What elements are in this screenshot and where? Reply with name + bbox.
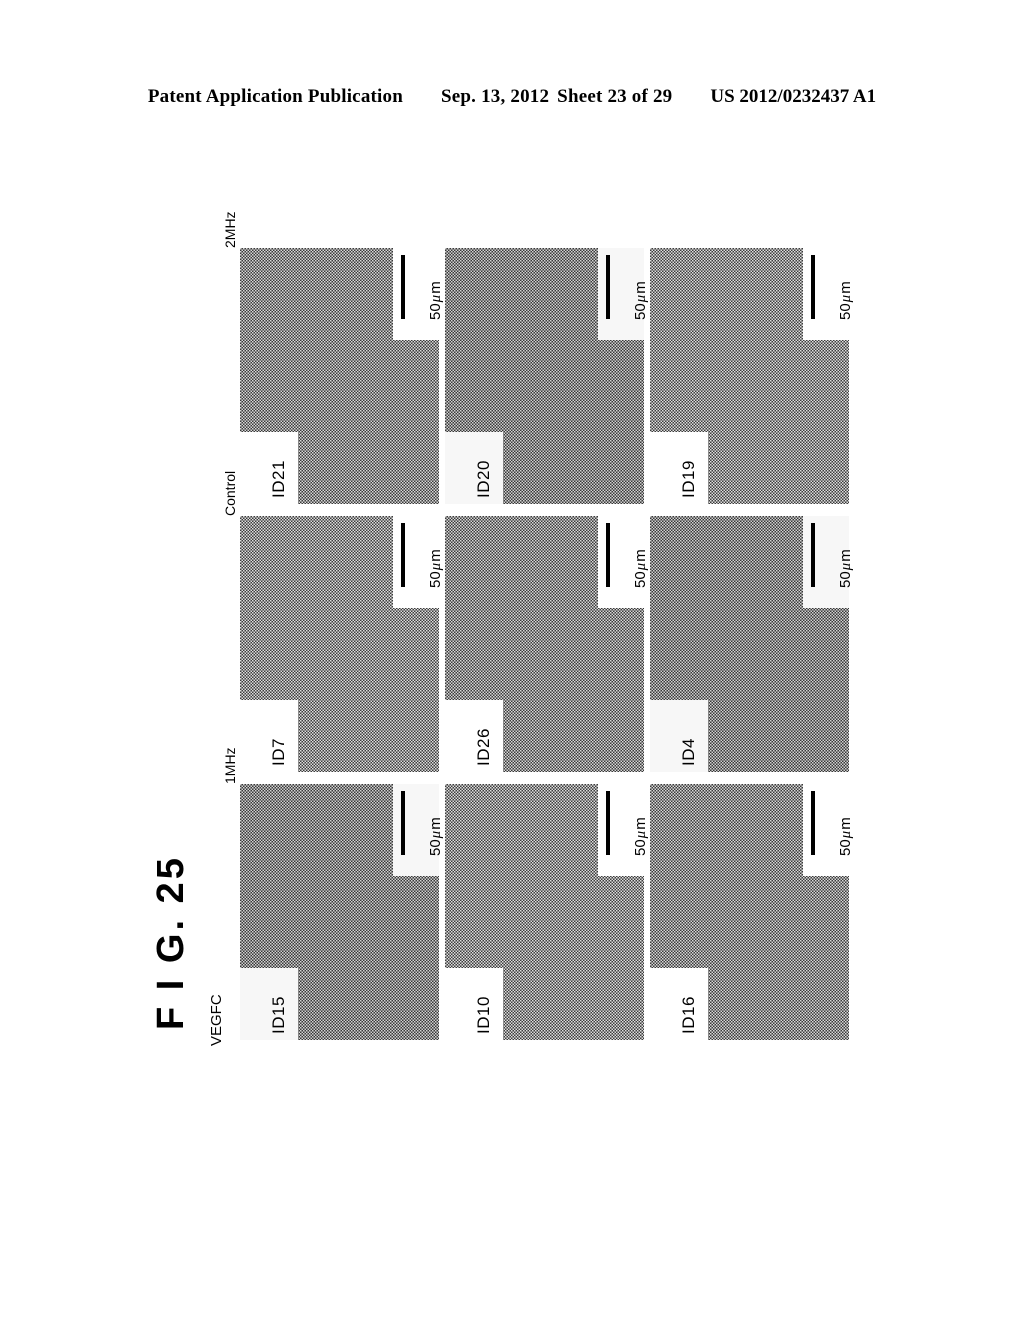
panel-id-badge: ID26 — [445, 700, 503, 772]
column-label-control: Control — [222, 470, 238, 516]
panel-id-label: ID19 — [679, 460, 698, 498]
panel-id-label: ID7 — [269, 738, 288, 766]
figure-group-label: VEGFC — [208, 994, 225, 1046]
panel-id-label: ID4 — [679, 738, 698, 766]
scale-bar-meter-symbol: m — [632, 549, 649, 562]
scale-bar-mu-symbol: μ — [838, 294, 854, 303]
micrograph-panel: 50μm ID21 — [240, 248, 444, 504]
scale-bar-meter-symbol: m — [632, 281, 649, 294]
scale-bar-value: 50 — [632, 303, 649, 320]
micrograph-panel: 50μm ID10 — [445, 784, 649, 1040]
micrograph-panel: 50μm ID7 — [240, 516, 444, 772]
scale-bar-value: 50 — [427, 571, 444, 588]
scale-bar-meter-symbol: m — [837, 281, 854, 294]
scale-bar-value: 50 — [837, 839, 854, 856]
panel-id-badge: ID19 — [650, 432, 708, 504]
scale-bar-mu-symbol: μ — [428, 294, 444, 303]
scale-bar-label: 50μm — [427, 549, 445, 588]
scale-bar-value: 50 — [427, 839, 444, 856]
scale-bar-label: 50μm — [427, 817, 445, 856]
scale-bar-label: 50μm — [837, 281, 855, 320]
scale-bar-badge: 50μm — [803, 516, 854, 608]
header-date-text: Sep. 13, 2012 — [441, 86, 550, 107]
scale-bar-value: 50 — [837, 571, 854, 588]
micrograph-column-0: 2MHz 50μm ID21 50μm ID20 50μm ID19 — [222, 211, 865, 504]
scale-bar-label: 50μm — [632, 281, 650, 320]
micrograph-panel: 50μm ID4 — [650, 516, 854, 772]
micrograph-panel: 50μm ID20 — [445, 248, 649, 504]
scale-bar-meter-symbol: m — [632, 817, 649, 830]
scale-bar-label: 50μm — [632, 817, 650, 856]
scale-bar-badge: 50μm — [803, 784, 854, 876]
panel-id-label: ID16 — [679, 996, 698, 1034]
header-sheet-text: Sheet 23 of 29 — [557, 86, 673, 107]
micrograph-panel: 50μm ID15 — [240, 784, 444, 1040]
scale-bar-rule — [606, 523, 610, 587]
scale-bar-label: 50μm — [837, 817, 855, 856]
scale-bar-rule — [401, 255, 405, 319]
scale-bar-mu-symbol: μ — [838, 830, 854, 839]
micrograph-column-2: 1MHz 50μm ID15 50μm ID10 50μm ID16 — [222, 747, 865, 1040]
panel-id-label: ID26 — [474, 728, 493, 766]
panel-id-label: ID21 — [269, 460, 288, 498]
micrograph-panel: 50μm ID19 — [650, 248, 854, 504]
panel-id-badge: ID7 — [240, 700, 298, 772]
scale-bar-badge: 50μm — [598, 248, 649, 340]
panel-id-label: ID15 — [269, 996, 288, 1034]
scale-bar-badge: 50μm — [393, 784, 444, 876]
scale-bar-mu-symbol: μ — [633, 562, 649, 571]
micrograph-column-1: Control 50μm ID7 50μm ID26 50μm ID4 — [222, 471, 865, 772]
scale-bar-value: 50 — [427, 303, 444, 320]
scale-bar-value: 50 — [632, 571, 649, 588]
scale-bar-rule — [606, 791, 610, 855]
scale-bar-mu-symbol: μ — [633, 830, 649, 839]
panel-id-badge: ID20 — [445, 432, 503, 504]
scale-bar-meter-symbol: m — [837, 549, 854, 562]
scale-bar-rule — [606, 255, 610, 319]
panel-id-label: ID10 — [474, 996, 493, 1034]
scale-bar-meter-symbol: m — [427, 549, 444, 562]
header-document-number: US 2012/0232437 A1 — [710, 86, 877, 107]
scale-bar-label: 50μm — [632, 549, 650, 588]
panel-id-badge: ID16 — [650, 968, 708, 1040]
scale-bar-rule — [401, 791, 405, 855]
scale-bar-value: 50 — [632, 839, 649, 856]
scale-bar-rule — [811, 523, 815, 587]
column-label-2mhz: 2MHz — [222, 211, 238, 248]
scale-bar-meter-symbol: m — [427, 817, 444, 830]
panel-id-badge: ID21 — [240, 432, 298, 504]
panel-id-badge: ID15 — [240, 968, 298, 1040]
scale-bar-meter-symbol: m — [427, 281, 444, 294]
scale-bar-badge: 50μm — [393, 248, 444, 340]
micrograph-panel: 50μm ID16 — [650, 784, 854, 1040]
scale-bar-label: 50μm — [427, 281, 445, 320]
panel-id-label: ID20 — [474, 460, 493, 498]
scale-bar-value: 50 — [837, 303, 854, 320]
scale-bar-label: 50μm — [837, 549, 855, 588]
figure-caption: F I G. 25 — [150, 855, 192, 1030]
scale-bar-rule — [811, 791, 815, 855]
scale-bar-badge: 50μm — [393, 516, 444, 608]
scale-bar-badge: 50μm — [803, 248, 854, 340]
header-publication-text: Patent Application Publication — [147, 86, 403, 107]
page-header: Patent Application Publication Sep. 13, … — [0, 86, 1024, 116]
panel-id-badge: ID10 — [445, 968, 503, 1040]
scale-bar-rule — [401, 523, 405, 587]
column-label-1mhz: 1MHz — [222, 747, 238, 784]
scale-bar-meter-symbol: m — [837, 817, 854, 830]
scale-bar-rule — [811, 255, 815, 319]
scale-bar-mu-symbol: μ — [633, 294, 649, 303]
scale-bar-mu-symbol: μ — [428, 562, 444, 571]
micrograph-grid: 2MHz 50μm ID21 50μm ID20 50μm ID19 Contr… — [222, 211, 865, 1048]
scale-bar-mu-symbol: μ — [838, 562, 854, 571]
scale-bar-badge: 50μm — [598, 516, 649, 608]
panel-id-badge: ID4 — [650, 700, 708, 772]
scale-bar-mu-symbol: μ — [428, 830, 444, 839]
micrograph-panel: 50μm ID26 — [445, 516, 649, 772]
scale-bar-badge: 50μm — [598, 784, 649, 876]
